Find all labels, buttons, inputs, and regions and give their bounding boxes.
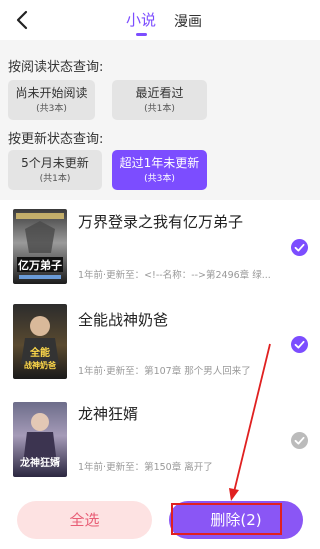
read-status-title: 按阅读状态查询: xyxy=(8,60,104,75)
chevron-left-icon xyxy=(16,10,28,30)
book-cover: 龙神狂婿 xyxy=(13,402,67,477)
book-title: 龙神狂婿 xyxy=(78,405,139,423)
tab-novel[interactable]: 小说 xyxy=(126,9,156,30)
book-row[interactable]: 龙神狂婿 龙神狂婿 1年前·更新至：第150章 离开了 xyxy=(0,396,320,490)
book-row[interactable]: 亿万弟子 万界登录之我有亿万弟子 1年前·更新至：<!--名称：-->第2496… xyxy=(0,200,320,294)
tab-comic[interactable]: 漫画 xyxy=(174,11,202,31)
chip-label: 超过1年未更新 xyxy=(119,156,200,170)
chip-count: (共3本) xyxy=(36,104,67,114)
chip-count: (共1本) xyxy=(144,104,175,114)
select-all-button[interactable]: 全选 xyxy=(17,501,152,539)
chip-count: (共3本) xyxy=(144,174,175,184)
bottom-action-bar: 全选 删除(2) xyxy=(0,490,320,549)
chip-label: 5个月未更新 xyxy=(21,156,89,170)
svg-text:亿万弟子: 亿万弟子 xyxy=(18,258,62,272)
book-update-info: 1年前·更新至：第107章 那个男人回来了 xyxy=(78,366,251,377)
filter-unread-chip[interactable]: 尚未开始阅读 (共3本) xyxy=(8,80,95,120)
chip-count: (共1本) xyxy=(39,174,71,184)
selection-checkbox[interactable] xyxy=(291,432,308,449)
svg-text:战神奶爸: 战神奶爸 xyxy=(24,360,56,370)
selection-checkbox[interactable] xyxy=(291,336,308,353)
book-cover: 亿万弟子 xyxy=(13,209,67,284)
book-update-info: 1年前·更新至：<!--名称：-->第2496章 绿... xyxy=(78,270,271,281)
back-button[interactable] xyxy=(12,9,34,31)
check-circle-icon xyxy=(291,336,308,353)
filter-5-months-chip[interactable]: 5个月未更新 (共1本) xyxy=(8,150,102,190)
check-circle-icon xyxy=(291,239,308,256)
selection-checkbox[interactable] xyxy=(291,239,308,256)
active-tab-indicator xyxy=(136,33,147,36)
svg-text:全能: 全能 xyxy=(29,346,50,359)
book-row[interactable]: 全能 战神奶爸 全能战神奶爸 1年前·更新至：第107章 那个男人回来了 xyxy=(0,296,320,390)
svg-text:龙神狂婿: 龙神狂婿 xyxy=(19,456,61,469)
chip-label: 最近看过 xyxy=(135,86,184,100)
filter-recent-chip[interactable]: 最近看过 (共1本) xyxy=(112,80,207,120)
top-bar: 小说 漫画 xyxy=(0,0,320,40)
book-title: 全能战神奶爸 xyxy=(78,311,169,329)
book-title: 万界登录之我有亿万弟子 xyxy=(78,213,244,231)
check-circle-icon xyxy=(291,432,308,449)
book-cover: 全能 战神奶爸 xyxy=(13,304,67,379)
filter-panel: 按阅读状态查询: 尚未开始阅读 (共3本) 最近看过 (共1本) 按更新状态查询… xyxy=(0,40,320,200)
book-update-info: 1年前·更新至：第150章 离开了 xyxy=(78,462,213,473)
chip-label: 尚未开始阅读 xyxy=(15,86,88,100)
filter-over-1-year-chip[interactable]: 超过1年未更新 (共3本) xyxy=(112,150,207,190)
delete-button[interactable]: 删除(2) xyxy=(169,501,303,539)
cover-art: 亿万弟子 xyxy=(16,213,64,279)
book-list: 亿万弟子 万界登录之我有亿万弟子 1年前·更新至：<!--名称：-->第2496… xyxy=(0,200,320,490)
cover-art: 全能 战神奶爸 xyxy=(21,316,59,370)
update-status-title: 按更新状态查询: xyxy=(8,132,104,147)
cover-art: 龙神狂婿 xyxy=(19,413,61,469)
